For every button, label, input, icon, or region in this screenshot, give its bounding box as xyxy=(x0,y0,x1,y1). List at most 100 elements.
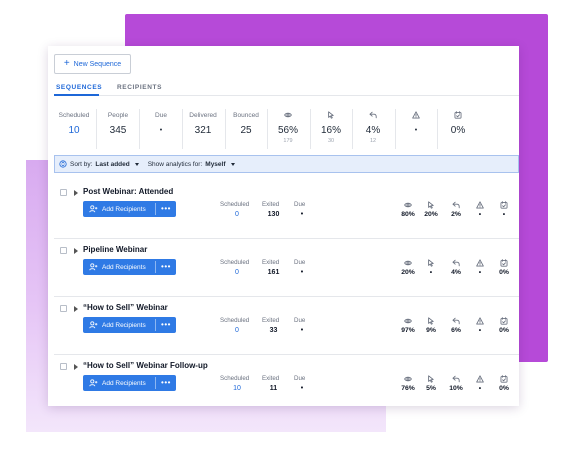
analytics-dropdown[interactable]: Myself xyxy=(205,161,225,168)
column-label: Due xyxy=(294,259,306,266)
exited-value: 161 xyxy=(267,269,280,276)
tab-sequences[interactable]: SEQUENCES xyxy=(56,84,102,91)
opened-metric: 20% xyxy=(397,259,419,281)
scheduled-value[interactable]: 0 xyxy=(220,269,254,276)
sequences-card: + New Sequence SEQUENCES RECIPIENTS Sche… xyxy=(48,46,519,406)
column-label: Scheduled xyxy=(220,259,250,266)
sort-by-dropdown[interactable]: Last added xyxy=(95,161,129,168)
add-recipients-button[interactable]: Add Recipients ••• xyxy=(83,375,176,391)
add-recipients-label: Add Recipients xyxy=(102,263,146,271)
sequence-row[interactable]: Post Webinar: Attended Add Recipients ••… xyxy=(54,181,519,239)
column-label: Scheduled xyxy=(220,317,250,324)
scheduled-value[interactable]: 0 xyxy=(220,211,254,218)
warning-metric: • xyxy=(469,375,491,397)
row-checkbox[interactable] xyxy=(60,305,67,312)
eye-icon xyxy=(404,375,412,383)
replied-metric: 2% xyxy=(445,201,467,223)
stat-label: Due xyxy=(155,112,167,119)
row-checkbox[interactable] xyxy=(60,189,67,196)
stat-divider xyxy=(225,109,226,149)
stat-value: 25 xyxy=(240,125,252,136)
sequence-row[interactable]: Pipeline Webinar Add Recipients ••• Sche… xyxy=(54,239,519,297)
due-column: Due • xyxy=(294,201,310,225)
exited-value: 11 xyxy=(269,385,278,392)
finished-metric: 0% xyxy=(493,259,515,281)
sequence-row[interactable]: “How to Sell” Webinar Follow-up Add Reci… xyxy=(54,355,519,406)
more-options-button[interactable]: ••• xyxy=(156,205,176,213)
replied-value: 4% xyxy=(451,269,461,276)
stat-divider xyxy=(395,109,396,149)
column-label: Due xyxy=(294,375,306,382)
opened-value: 97% xyxy=(401,327,415,334)
stat-value: 16% xyxy=(320,125,341,136)
add-recipients-label: Add Recipients xyxy=(102,321,146,329)
sort-by-label: Sort by: xyxy=(70,160,93,168)
add-recipients-button[interactable]: Add Recipients ••• xyxy=(83,259,176,275)
stat-value[interactable]: 10 xyxy=(54,125,94,136)
stat-value: 56% xyxy=(277,125,298,136)
reply-icon xyxy=(452,201,460,209)
add-recipients-label: Add Recipients xyxy=(102,205,146,213)
expand-arrow-icon[interactable] xyxy=(74,364,78,370)
expand-arrow-icon[interactable] xyxy=(74,306,78,312)
column-label: Exited xyxy=(262,375,280,382)
stat-bounced: Bounced 25 xyxy=(227,108,265,152)
finished-value: • xyxy=(502,211,506,218)
clicked-metric: 9% xyxy=(420,317,442,339)
replied-metric: 4% xyxy=(445,259,467,281)
expand-arrow-icon[interactable] xyxy=(74,248,78,254)
stat-label: People xyxy=(107,112,129,119)
sequence-name[interactable]: “How to Sell” Webinar xyxy=(83,303,168,312)
add-recipients-button[interactable]: Add Recipients ••• xyxy=(83,201,176,217)
stat-opened: 56% 179 xyxy=(268,108,308,152)
clicked-value: 5% xyxy=(426,385,436,392)
opened-value: 20% xyxy=(401,269,415,276)
clicked-metric: • xyxy=(420,259,442,281)
add-recipients-label: Add Recipients xyxy=(102,379,146,387)
warning-value: • xyxy=(478,385,482,392)
exited-column: Exited 33 xyxy=(262,317,285,341)
expand-arrow-icon[interactable] xyxy=(74,190,78,196)
add-recipients-button[interactable]: Add Recipients ••• xyxy=(83,317,176,333)
tab-recipients[interactable]: RECIPIENTS xyxy=(117,84,162,91)
warning-value: • xyxy=(478,327,482,334)
column-label: Scheduled xyxy=(220,201,250,208)
new-sequence-button[interactable]: + New Sequence xyxy=(54,54,131,74)
due-value: • xyxy=(300,385,304,392)
sequence-row[interactable]: “How to Sell” Webinar Add Recipients •••… xyxy=(54,297,519,355)
add-user-icon xyxy=(89,205,98,213)
sequence-name[interactable]: “How to Sell” Webinar Follow-up xyxy=(83,361,208,370)
new-sequence-label: New Sequence xyxy=(73,60,122,68)
replied-metric: 6% xyxy=(445,317,467,339)
stat-value: 321 xyxy=(194,125,212,136)
finished-value: 0% xyxy=(499,269,509,276)
column-label: Exited xyxy=(262,259,280,266)
row-checkbox[interactable] xyxy=(60,247,67,254)
reply-icon xyxy=(452,259,460,267)
scheduled-value[interactable]: 10 xyxy=(220,385,254,392)
stat-divider xyxy=(96,109,97,149)
eye-icon xyxy=(284,111,292,119)
more-options-button[interactable]: ••• xyxy=(156,263,176,271)
stat-warning: • xyxy=(396,108,436,152)
due-value: • xyxy=(300,269,304,276)
scheduled-value[interactable]: 0 xyxy=(220,327,254,334)
calendar-check-icon xyxy=(500,317,508,325)
stat-people: People 345 xyxy=(99,108,137,152)
replied-value: 2% xyxy=(451,211,461,218)
row-checkbox[interactable] xyxy=(60,363,67,370)
more-options-button[interactable]: ••• xyxy=(156,379,176,387)
stat-count: 12 xyxy=(369,138,377,144)
column-label: Scheduled xyxy=(220,375,250,382)
cursor-icon xyxy=(427,201,435,209)
sequence-name[interactable]: Pipeline Webinar xyxy=(83,245,147,254)
chevron-down-icon[interactable] xyxy=(134,162,139,166)
more-options-button[interactable]: ••• xyxy=(156,321,176,329)
warning-value: • xyxy=(478,269,482,276)
opened-value: 80% xyxy=(401,211,415,218)
stat-value: 4% xyxy=(365,125,381,136)
chevron-down-icon[interactable] xyxy=(230,162,235,166)
scheduled-column: Scheduled 10 xyxy=(220,375,254,399)
sequence-name[interactable]: Post Webinar: Attended xyxy=(83,187,173,196)
column-label: Due xyxy=(294,317,306,324)
